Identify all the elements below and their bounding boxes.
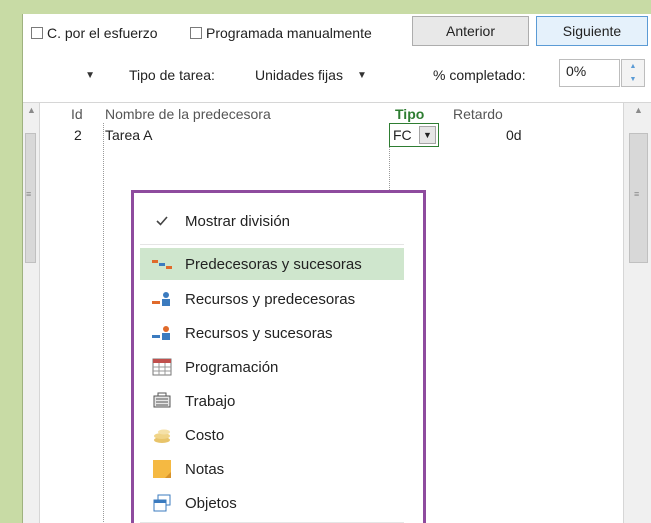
chevron-down-icon: ▼ [85, 69, 95, 81]
menu-item-cost[interactable]: Costo [140, 419, 404, 451]
predecessors-successors-icon [150, 254, 174, 274]
percent-complete-input[interactable]: 0% [559, 59, 620, 87]
task-form-panel: C. por el esfuerzo Programada manualment… [22, 14, 651, 523]
cost-coins-icon [150, 425, 174, 445]
menu-item-resources-predecessors[interactable]: Recursos y predecesoras [140, 283, 404, 315]
manual-checkbox-box[interactable] [190, 27, 202, 39]
manually-scheduled-checkbox[interactable]: Programada manualmente [190, 25, 372, 41]
menu-item-label: Notas [185, 460, 225, 478]
chevron-down-icon: ▼ [356, 69, 367, 81]
check-icon [150, 211, 174, 231]
effort-checkbox-box[interactable] [31, 27, 43, 39]
scroll-up-icon[interactable]: ▲ [27, 105, 36, 115]
menu-item-resources-successors[interactable]: Recursos y sucesoras [140, 317, 404, 349]
menu-item-label: Mostrar división [185, 212, 291, 230]
menu-item-label: Predecesoras y sucesoras [185, 255, 362, 273]
resources-successors-icon [150, 323, 174, 343]
menu-item-predecessors-successors[interactable]: Predecesoras y sucesoras [140, 248, 404, 280]
calendar-grid-icon [150, 357, 174, 377]
next-button[interactable]: Siguiente [536, 16, 648, 46]
objects-icon [150, 493, 174, 513]
menu-item-label: Recursos y predecesoras [185, 290, 356, 308]
resources-predecessors-icon [150, 289, 174, 309]
menu-item-work[interactable]: Trabajo [140, 385, 404, 417]
row-type-value: FC [393, 127, 412, 143]
menu-item-schedule[interactable]: Programación [140, 351, 404, 383]
row-lag: 0d [506, 127, 522, 143]
menu-item-notes[interactable]: Notas [140, 453, 404, 485]
work-icon [150, 391, 174, 411]
menu-separator [140, 244, 404, 245]
menu-item-label: Objetos [185, 494, 237, 512]
notes-icon [150, 459, 174, 479]
scroll-up-icon[interactable]: ▲ [634, 105, 643, 115]
menu-item-objects[interactable]: Objetos [140, 487, 404, 519]
left-scrollbar[interactable]: ▲ ≡ [23, 103, 40, 523]
spin-down-icon[interactable]: ▼ [622, 73, 644, 86]
spin-up-icon[interactable]: ▲ [622, 60, 644, 73]
menu-item-label: Costo [185, 426, 225, 444]
row-predecessor-name[interactable]: Tarea A [105, 127, 152, 143]
menu-item-show-split[interactable]: Mostrar división [140, 205, 404, 237]
task-type-row: ▼ Tipo de tarea: Unidades fijas ▼ % comp… [23, 56, 651, 96]
effort-driven-checkbox[interactable]: C. por el esfuerzo [31, 25, 158, 41]
percent-complete-label: % completado: [433, 67, 526, 83]
format-context-menu: Mostrar división Predecesoras y sucesora… [131, 190, 426, 523]
options-row: C. por el esfuerzo Programada manualment… [23, 14, 651, 54]
header-lag: Retardo [453, 106, 503, 122]
header-predecessor-name: Nombre de la predecesora [105, 106, 271, 122]
manual-checkbox-label: Programada manualmente [206, 25, 372, 41]
column-divider [103, 123, 104, 523]
menu-item-label: Trabajo [185, 392, 236, 410]
task-type-value: Unidades fijas [255, 67, 343, 83]
task-type-label: Tipo de tarea: [129, 67, 215, 83]
previous-button[interactable]: Anterior [412, 16, 529, 46]
task-type-select[interactable]: Unidades fijas ▼ [255, 62, 403, 88]
effort-checkbox-label: C. por el esfuerzo [47, 25, 158, 41]
type-dropdown-cell[interactable]: FC ▼ [389, 123, 439, 147]
header-type: Tipo [395, 106, 425, 122]
header-id: Id [71, 106, 83, 122]
right-scrollbar[interactable]: ▲ ≡ [623, 103, 651, 523]
left-dropdown[interactable]: ▼ [23, 62, 95, 88]
menu-item-label: Programación [185, 358, 279, 376]
row-id: 2 [74, 127, 82, 143]
menu-item-label: Recursos y sucesoras [185, 324, 333, 342]
percent-spinner[interactable]: ▲ ▼ [621, 59, 645, 87]
chevron-down-icon[interactable]: ▼ [419, 126, 436, 144]
grip-icon: ≡ [634, 189, 640, 199]
grip-icon: ≡ [26, 189, 32, 199]
